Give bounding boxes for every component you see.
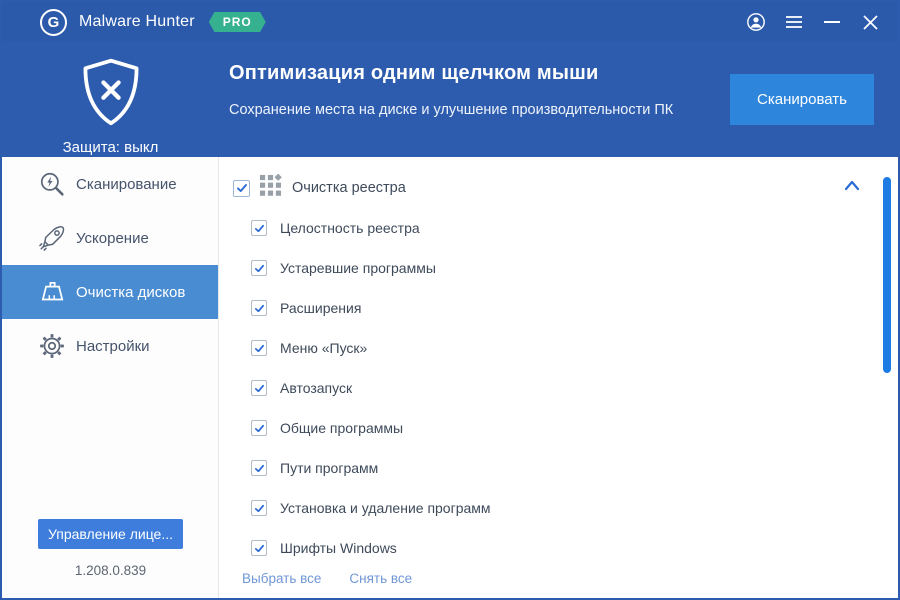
- version-number: 1.208.0.839: [74, 563, 147, 578]
- page-title: Оптимизация одним щелчком мыши: [229, 62, 599, 84]
- shield-off-icon: [77, 56, 145, 133]
- list-item: Расширения: [220, 292, 898, 324]
- menu-icon[interactable]: [780, 8, 808, 36]
- selection-links: Выбрать все Снять все: [242, 571, 412, 586]
- sidebar-item-label: Настройки: [76, 337, 150, 355]
- list-item: Устаревшие программы: [220, 252, 898, 284]
- item-label: Автозапуск: [280, 380, 353, 396]
- scan-button[interactable]: Сканировать: [730, 74, 874, 125]
- minimize-icon[interactable]: [818, 8, 846, 36]
- deselect-all-link[interactable]: Снять все: [349, 571, 412, 586]
- scrollbar-thumb[interactable]: [883, 177, 891, 373]
- item-checkbox[interactable]: [251, 300, 267, 316]
- rocket-icon: [38, 224, 66, 252]
- account-icon[interactable]: [742, 8, 770, 36]
- sidebar-item-scan[interactable]: Сканирование: [2, 157, 218, 211]
- item-label: Целостность реестра: [280, 220, 420, 236]
- pro-badge: PRO: [208, 12, 266, 32]
- list-item: Общие программы: [220, 412, 898, 444]
- broom-icon: [38, 278, 66, 306]
- license-manage-button[interactable]: Управление лице...: [38, 519, 183, 549]
- item-checkbox[interactable]: [251, 460, 267, 476]
- item-label: Шрифты Windows: [280, 540, 397, 556]
- window-controls: [742, 8, 898, 36]
- list-item: Целостность реестра: [220, 212, 898, 244]
- sidebar-item-settings[interactable]: Настройки: [2, 319, 218, 373]
- item-label: Расширения: [280, 300, 362, 316]
- item-checkbox[interactable]: [251, 260, 267, 276]
- sidebar-item-label: Сканирование: [76, 175, 177, 193]
- group-checkbox[interactable]: [233, 179, 250, 197]
- item-checkbox[interactable]: [251, 380, 267, 396]
- gear-icon: [38, 332, 66, 360]
- sidebar-item-boost[interactable]: Ускорение: [2, 211, 218, 265]
- scan-magnifier-icon: [38, 170, 66, 198]
- sidebar-item-disk-cleaner[interactable]: Очистка дисков: [2, 265, 218, 319]
- item-checkbox[interactable]: [251, 220, 267, 236]
- protection-status-text: Защита: выкл: [62, 139, 159, 156]
- registry-grid-icon: [259, 173, 282, 202]
- protection-status-panel: Защита: выкл: [2, 42, 219, 157]
- list-item: Шрифты Windows: [220, 532, 898, 564]
- app-window: G Malware Hunter PRO Защита: выкл Оптими…: [0, 0, 900, 600]
- sidebar: Сканирование Ускорение Очистка дисков На…: [2, 157, 219, 598]
- item-label: Общие программы: [280, 420, 404, 436]
- header: Защита: выкл Оптимизация одним щелчком м…: [2, 42, 898, 157]
- list-item: Установка и удаление программ: [220, 492, 898, 524]
- list-item: Пути программ: [220, 452, 898, 484]
- select-all-link[interactable]: Выбрать все: [242, 571, 321, 586]
- item-label: Пути программ: [280, 460, 379, 476]
- sidebar-item-label: Очистка дисков: [76, 283, 186, 301]
- item-label: Меню «Пуск»: [280, 340, 368, 356]
- item-checkbox[interactable]: [251, 540, 267, 556]
- group-label: Очистка реестра: [292, 180, 406, 196]
- list-item: Автозапуск: [220, 372, 898, 404]
- group-row-registry-clean: Очистка реестра: [220, 173, 898, 203]
- titlebar: G Malware Hunter PRO: [2, 2, 898, 42]
- close-icon[interactable]: [856, 8, 884, 36]
- app-title: Malware Hunter: [79, 13, 195, 30]
- chevron-up-icon[interactable]: [842, 176, 864, 198]
- item-label: Установка и удаление программ: [280, 500, 491, 516]
- app-logo-icon: G: [40, 8, 67, 36]
- page-subtitle: Сохранение места на диске и улучшение пр…: [229, 102, 674, 118]
- sidebar-item-label: Ускорение: [76, 229, 149, 247]
- item-checkbox[interactable]: [251, 340, 267, 356]
- registry-clean-panel: Очистка реестра Целостность реестра Уста…: [220, 157, 898, 598]
- list-item: Меню «Пуск»: [220, 332, 898, 364]
- item-checkbox[interactable]: [251, 500, 267, 516]
- item-checkbox[interactable]: [251, 420, 267, 436]
- item-label: Устаревшие программы: [280, 260, 436, 276]
